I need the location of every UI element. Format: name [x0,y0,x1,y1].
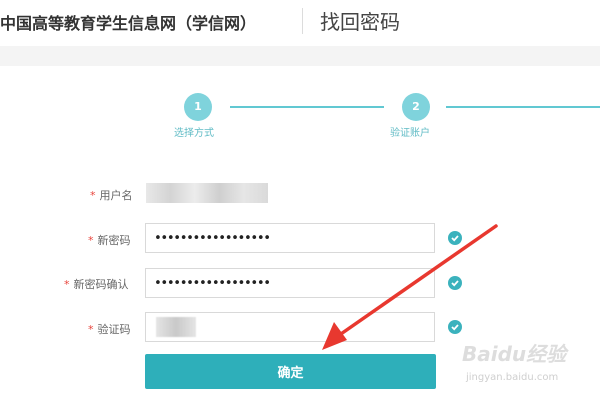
watermark-url: jingyan.baidu.com [466,372,559,383]
watermark-logo: Baidu经验 [462,342,567,366]
baidu-watermark: Baidu经验 jingyan.baidu.com [458,336,598,392]
